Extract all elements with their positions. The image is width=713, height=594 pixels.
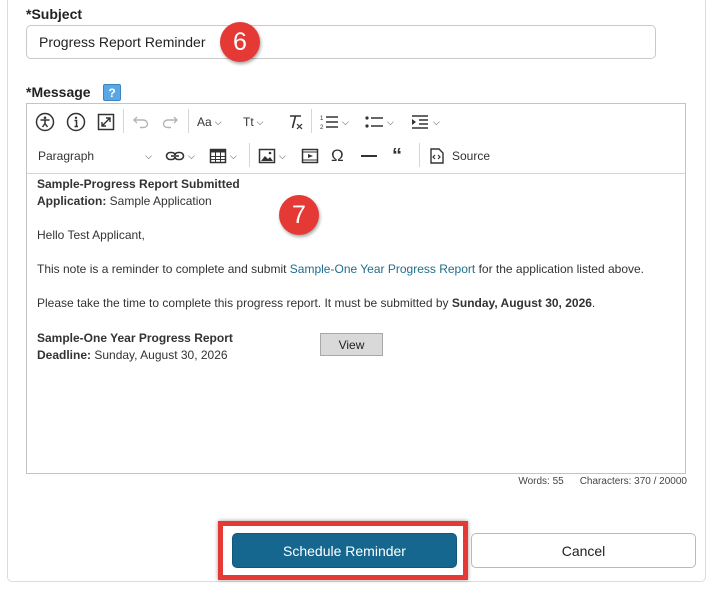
chevron-down-icon: ⌵ (256, 116, 264, 127)
fullscreen-icon[interactable] (93, 108, 119, 136)
greeting-text: Hello Test Applicant, (37, 228, 145, 242)
svg-text:2: 2 (320, 125, 324, 131)
indent-dropdown[interactable]: ⌵ (407, 108, 443, 136)
cancel-button[interactable]: Cancel (471, 533, 696, 568)
font-size-dropdown[interactable]: Tt ⌵ (240, 108, 267, 136)
message-heading: Sample-Progress Report Submitted (37, 177, 240, 191)
chevron-down-icon: ⌵ (214, 116, 222, 127)
toolbar-separator (249, 143, 250, 167)
table-dropdown[interactable]: ⌵ (206, 142, 240, 170)
source-button[interactable]: Source (425, 142, 493, 170)
accessibility-icon[interactable] (32, 108, 58, 136)
redo-icon[interactable] (158, 108, 182, 136)
character-count: Characters: 370 / 20000 (579, 476, 687, 487)
chevron-down-icon: ⌵ (279, 150, 286, 161)
deadline-sentence-prefix: Please take the time to complete this pr… (37, 296, 452, 310)
view-button[interactable]: View (320, 333, 383, 356)
application-value: Sample Application (106, 194, 212, 208)
table-icon (209, 148, 227, 164)
paragraph-format-label: Paragraph (38, 149, 95, 163)
toolbar-separator (311, 109, 312, 133)
help-icon[interactable]: ? (103, 84, 121, 101)
message-label: *Message (26, 84, 91, 100)
source-icon (430, 148, 444, 164)
image-dropdown[interactable]: ⌵ (255, 142, 289, 170)
deadline-sentence-date: Sunday, August 30, 2026 (451, 296, 592, 310)
progress-report-link[interactable]: Sample-One Year Progress Report (290, 262, 475, 276)
message-editor[interactable]: Aa ⌵ Tt ⌵ 1 2 ⌵ ⌵ ⌵ Paragraph ⌵ ⌵ ⌵ ⌵ Ω … (26, 103, 686, 474)
undo-icon[interactable] (129, 108, 153, 136)
chevron-down-icon: ⌵ (387, 116, 394, 127)
subject-label: *Subject (26, 6, 83, 22)
toolbar-separator (123, 109, 124, 133)
chevron-down-icon: ⌵ (230, 150, 237, 161)
editor-counts: Words: 55 Characters: 370 / 20000 (502, 476, 687, 487)
special-character-icon[interactable]: Ω (328, 142, 347, 170)
deadline-value: Sunday, August 30, 2026 (91, 348, 228, 362)
link-dropdown[interactable]: ⌵ (162, 142, 198, 170)
toolbar-separator (419, 143, 420, 167)
svg-text:1: 1 (320, 116, 324, 122)
word-count: Words: 55 (518, 476, 564, 487)
report-title: Sample-One Year Progress Report (37, 331, 233, 345)
subject-input[interactable] (26, 25, 656, 59)
info-icon[interactable] (63, 108, 89, 136)
step-badge-6: 6 (220, 22, 260, 62)
chevron-down-icon: ⌵ (145, 150, 152, 161)
deadline-sentence-suffix: . (591, 296, 596, 310)
font-size-icon: Tt (243, 115, 254, 129)
font-family-dropdown[interactable]: Aa ⌵ (194, 108, 225, 136)
blockquote-icon[interactable]: “ (389, 142, 405, 170)
schedule-reminder-button[interactable]: Schedule Reminder (232, 533, 457, 568)
font-family-icon: Aa (197, 115, 212, 129)
editor-toolbar: Aa ⌵ Tt ⌵ 1 2 ⌵ ⌵ ⌵ Paragraph ⌵ ⌵ ⌵ ⌵ Ω … (27, 104, 685, 174)
reminder-prefix: This note is a reminder to complete and … (37, 262, 290, 276)
numbered-list-icon: 12 (320, 116, 338, 131)
image-icon (258, 148, 276, 164)
bulleted-list-dropdown[interactable]: ⌵ (361, 108, 397, 136)
step-badge-7: 7 (279, 195, 319, 235)
media-icon[interactable] (298, 142, 322, 170)
bulleted-list-icon (365, 116, 383, 128)
horizontal-line-icon[interactable] (357, 142, 381, 170)
chevron-down-icon: ⌵ (342, 116, 349, 127)
deadline-label: Deadline: (37, 348, 92, 362)
numbered-list-dropdown[interactable]: 1 2 ⌵ (316, 108, 352, 136)
chevron-down-icon: ⌵ (188, 150, 195, 161)
indent-icon (412, 115, 428, 129)
chevron-down-icon: ⌵ (433, 116, 440, 127)
application-label: Application: (37, 194, 107, 208)
link-icon (165, 151, 185, 161)
paragraph-format-select[interactable]: Paragraph ⌵ (35, 142, 155, 170)
clear-format-icon[interactable] (283, 108, 309, 136)
toolbar-separator (188, 109, 189, 133)
reminder-suffix: for the application listed above. (475, 262, 645, 276)
source-label: Source (452, 149, 491, 163)
